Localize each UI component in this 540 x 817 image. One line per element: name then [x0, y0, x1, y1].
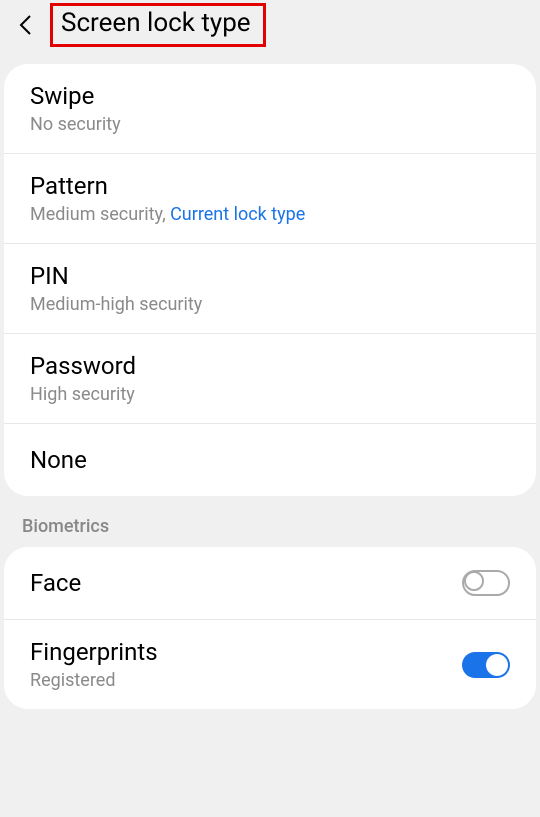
option-title: Pattern [30, 172, 510, 200]
lock-option-swipe[interactable]: Swipe No security [4, 64, 536, 154]
biometric-item-face[interactable]: Face [4, 547, 536, 620]
title-highlight-box: Screen lock type [50, 3, 266, 47]
biometric-item-fingerprints[interactable]: Fingerprints Registered [4, 620, 536, 709]
option-subtitle: Medium security, Current lock type [30, 204, 510, 225]
header: Screen lock type [0, 0, 540, 50]
current-lock-label: Current lock type [170, 204, 305, 225]
option-subtitle: No security [30, 114, 510, 135]
section-title: Biometrics [22, 516, 518, 537]
page-title: Screen lock type [61, 8, 251, 38]
lock-option-pattern[interactable]: Pattern Medium security, Current lock ty… [4, 154, 536, 244]
face-toggle[interactable] [462, 570, 510, 596]
biometric-title: Face [30, 569, 462, 597]
lock-option-password[interactable]: Password High security [4, 334, 536, 424]
biometrics-card: Face Fingerprints Registered [4, 547, 536, 709]
biometric-subtitle: Registered [30, 670, 462, 691]
biometric-title: Fingerprints [30, 638, 462, 666]
option-title: Password [30, 352, 510, 380]
fingerprints-toggle[interactable] [462, 652, 510, 678]
option-title: None [30, 446, 510, 474]
option-title: PIN [30, 262, 510, 290]
biometrics-section-header: Biometrics [0, 496, 540, 547]
option-title: Swipe [30, 82, 510, 110]
back-icon[interactable] [10, 10, 40, 40]
option-subtitle: Medium-high security [30, 294, 510, 315]
lock-option-pin[interactable]: PIN Medium-high security [4, 244, 536, 334]
lock-type-card: Swipe No security Pattern Medium securit… [4, 64, 536, 496]
option-subtitle: High security [30, 384, 510, 405]
lock-option-none[interactable]: None [4, 424, 536, 496]
